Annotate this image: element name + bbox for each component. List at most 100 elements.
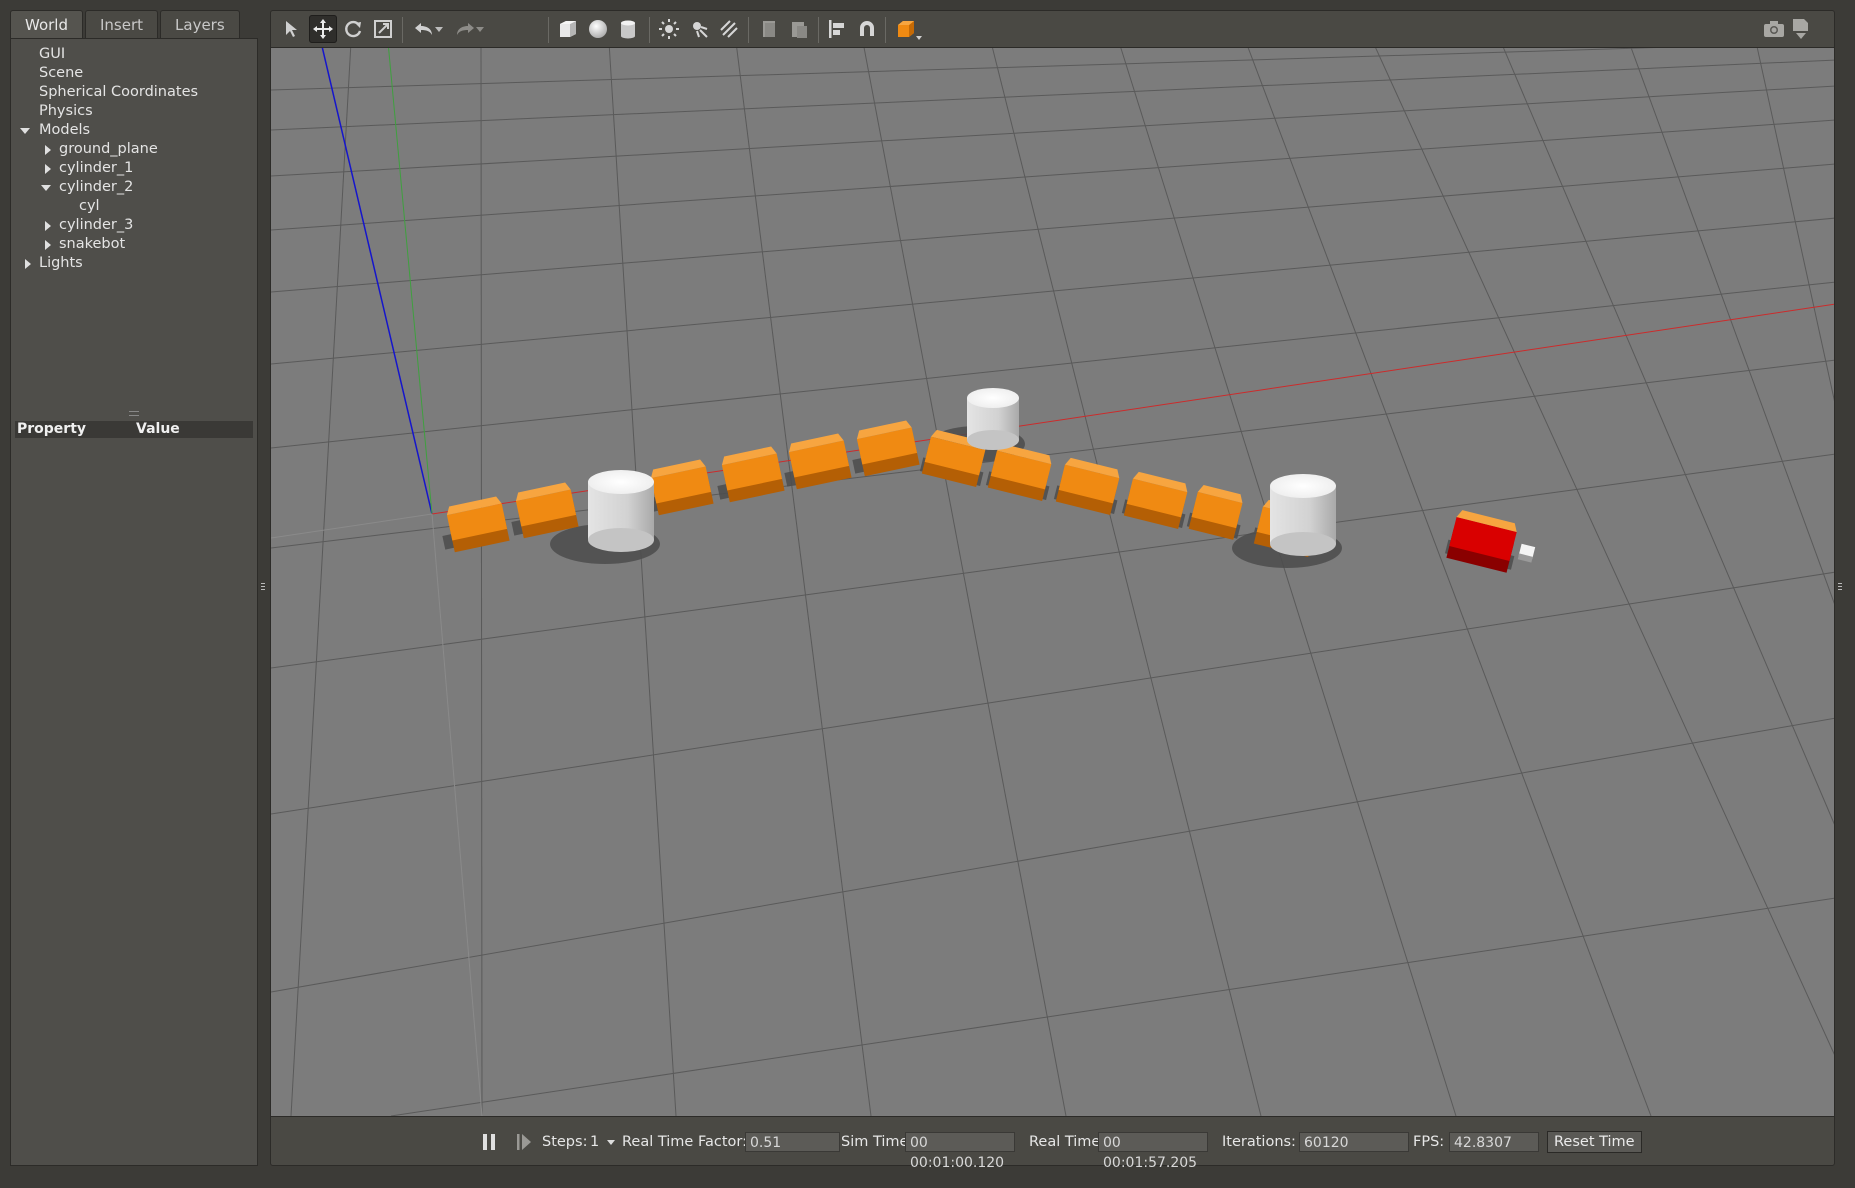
cylinder [967, 388, 1019, 450]
paste-icon[interactable] [785, 15, 813, 43]
tree-item-spherical-coordinates[interactable]: Spherical Coordinates [11, 83, 257, 102]
rotate-mode-icon[interactable] [339, 15, 367, 43]
copy-icon[interactable] [755, 15, 783, 43]
toolbar-separator [402, 17, 403, 43]
tree-item-ground-plane[interactable]: ground_plane [11, 140, 257, 159]
step-button[interactable] [515, 1117, 533, 1167]
fps-label: FPS: [1413, 1134, 1445, 1150]
left-panel-resize-grip[interactable] [261, 583, 265, 592]
real-time-factor-field: 0.51 [745, 1132, 840, 1152]
snake-link [856, 420, 920, 477]
chevron-down-icon[interactable] [606, 1139, 615, 1145]
tree-item-models[interactable]: Models [11, 121, 257, 140]
snake-link [987, 443, 1052, 502]
cylinder [588, 470, 654, 552]
grid-line [271, 217, 1834, 365]
cylinder [1270, 474, 1336, 556]
grid-line [1120, 48, 1457, 1116]
expand-right-icon[interactable] [43, 235, 53, 254]
toolbar-separator [818, 17, 819, 43]
expand-right-icon[interactable] [23, 254, 33, 273]
panel-splitter-handle[interactable] [129, 411, 139, 416]
snake-head-tip [1517, 543, 1536, 563]
point-light-icon[interactable] [655, 15, 683, 43]
scene-viewport[interactable] [270, 48, 1835, 1116]
spot-light-icon[interactable] [685, 15, 713, 43]
tree-item-label: cylinder_3 [59, 217, 134, 233]
grid-line [1375, 48, 1834, 1055]
tree-item-cylinder-3[interactable]: cylinder_3 [11, 216, 257, 235]
tab-layers[interactable]: Layers [160, 10, 240, 38]
expand-right-icon[interactable] [43, 159, 53, 178]
tree-item-label: Spherical Coordinates [39, 84, 199, 100]
grid-line [271, 571, 1834, 815]
right-panel-resize-grip[interactable] [1838, 583, 1842, 592]
property-table-header: Property Value [15, 421, 253, 438]
iterations-field: 60120 [1299, 1132, 1409, 1152]
scene-canvas[interactable] [271, 48, 1835, 1116]
snake-link [788, 433, 852, 490]
undo-history-icon[interactable] [431, 15, 447, 43]
cylinder-bottom [588, 528, 654, 552]
reset-time-button[interactable]: Reset Time [1547, 1131, 1642, 1153]
steps-spinbox[interactable]: 1 [590, 1117, 615, 1167]
cylinder-top [1270, 474, 1336, 498]
real-time-factor-label: Real Time Factor: [622, 1134, 747, 1150]
grid-line [271, 163, 1834, 293]
tree-item-cylinder-1[interactable]: cylinder_1 [11, 159, 257, 178]
box-shape-icon[interactable] [554, 15, 582, 43]
tree-item-label: cyl [79, 198, 100, 214]
left-panel: World Insert Layers GUI Scene Spherical … [0, 0, 268, 1176]
sim-time-label: Sim Time: [841, 1134, 914, 1150]
value-column-header[interactable]: Value [136, 421, 180, 438]
snake-link [1123, 471, 1188, 530]
tree-item-gui[interactable]: GUI [11, 45, 257, 64]
cylinder-shape-icon[interactable] [614, 15, 642, 43]
tree-item-cylinder-2[interactable]: cylinder_2 [11, 178, 257, 197]
select-arrow-icon[interactable] [279, 15, 307, 43]
tree-item-physics[interactable]: Physics [11, 102, 257, 121]
tree-item-snakebot[interactable]: snakebot [11, 235, 257, 254]
ground-grid [271, 48, 1834, 1116]
step-forward-icon [517, 1134, 531, 1150]
cylinder-top [588, 470, 654, 494]
tree-item-label: snakebot [59, 236, 126, 252]
grid-line [736, 48, 872, 1116]
x-axis-line-negative [271, 513, 433, 539]
tree-item-lights[interactable]: Lights [11, 254, 257, 273]
grid-line [290, 48, 352, 1116]
panel-tabs: World Insert Layers [10, 10, 242, 38]
tree-item-label: Scene [39, 65, 84, 81]
scale-mode-icon[interactable] [369, 15, 397, 43]
tree-item-label: Lights [39, 255, 83, 271]
directional-light-icon[interactable] [715, 15, 743, 43]
expand-down-icon[interactable] [41, 178, 51, 197]
expand-down-icon[interactable] [20, 121, 30, 140]
cylinder-top [967, 388, 1019, 408]
view-angle-icon[interactable] [893, 15, 927, 43]
world-panel: GUI Scene Spherical Coordinates Physics … [10, 38, 258, 1166]
align-icon[interactable] [823, 15, 851, 43]
expand-right-icon[interactable] [43, 140, 53, 159]
redo-history-icon[interactable] [472, 15, 488, 43]
snap-icon[interactable] [853, 15, 881, 43]
tab-insert[interactable]: Insert [85, 10, 159, 38]
snake-link [650, 459, 714, 516]
toolbar-separator [548, 17, 549, 43]
expand-right-icon[interactable] [43, 216, 53, 235]
screenshot-icon[interactable] [1760, 15, 1788, 43]
snake-link [1055, 457, 1120, 516]
pause-icon [483, 1134, 495, 1150]
y-axis-line-negative [431, 513, 483, 1116]
tree-item-cyl[interactable]: cyl [11, 197, 257, 216]
property-column-header[interactable]: Property [17, 421, 86, 438]
pause-button[interactable] [481, 1117, 497, 1167]
tab-world[interactable]: World [10, 10, 83, 38]
translate-mode-icon[interactable] [309, 15, 337, 43]
tree-item-scene[interactable]: Scene [11, 64, 257, 83]
world-axes [271, 48, 1834, 1116]
fps-field: 42.8307 [1449, 1132, 1539, 1152]
record-log-icon[interactable] [1787, 15, 1815, 43]
sphere-shape-icon[interactable] [584, 15, 612, 43]
steps-label: Steps: [542, 1134, 588, 1150]
